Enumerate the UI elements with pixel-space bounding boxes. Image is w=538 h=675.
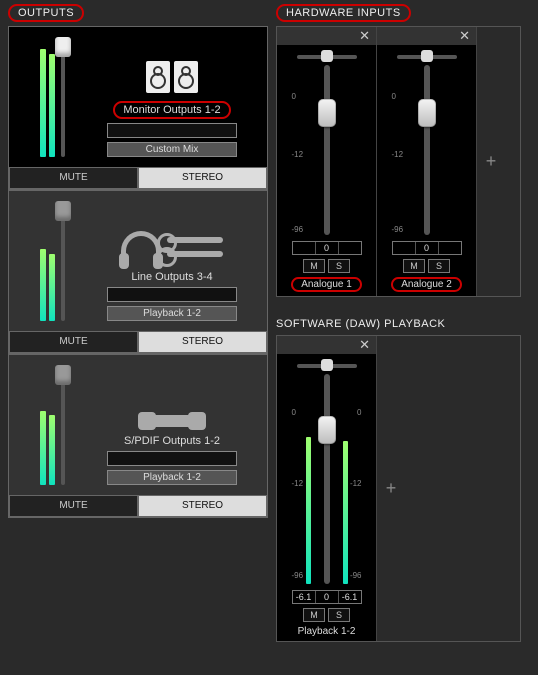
output-meter xyxy=(17,201,77,321)
spdif-icon xyxy=(142,415,202,427)
channel-fader[interactable] xyxy=(324,374,330,584)
output-label: S/PDIF Outputs 1-2 xyxy=(124,435,220,447)
output-mix-name[interactable]: Playback 1-2 xyxy=(107,470,237,485)
channel-fader[interactable] xyxy=(424,65,430,235)
mute-button[interactable]: M xyxy=(303,608,325,622)
output-label: Monitor Outputs 1-2 xyxy=(113,101,230,119)
input-strip: ✕ 0-12-96 0 MS Analogue 2 xyxy=(377,27,477,296)
pan-slider[interactable] xyxy=(297,55,357,59)
solo-button[interactable]: S xyxy=(328,259,350,273)
outputs-column: OUTPUTS Monitor Outputs 1-2 Custom Mix xyxy=(8,4,268,642)
output-group-spdif: S/PDIF Outputs 1-2 Playback 1-2 MUTE STE… xyxy=(8,354,268,518)
channel-fader[interactable] xyxy=(324,65,330,235)
hardware-inputs-title: HARDWARE INPUTS xyxy=(276,4,411,22)
output-fader[interactable] xyxy=(61,37,65,157)
headphone-line-icon xyxy=(121,231,223,263)
output-fader[interactable] xyxy=(61,365,65,485)
hardware-inputs-row: ✕ 0-12-96 0 MS Analogue 1 ✕ 0-12-96 0 xyxy=(276,26,521,297)
output-mix-select[interactable] xyxy=(107,451,237,466)
meter-right xyxy=(343,441,348,584)
software-playback-title: SOFTWARE (DAW) PLAYBACK xyxy=(276,317,445,331)
close-icon[interactable]: ✕ xyxy=(277,336,376,354)
pan-slider[interactable] xyxy=(297,364,357,368)
mute-button[interactable]: M xyxy=(403,259,425,273)
stereo-button[interactable]: STEREO xyxy=(138,495,267,517)
output-fader[interactable] xyxy=(61,201,65,321)
output-meter xyxy=(17,37,77,157)
meter-left xyxy=(306,437,311,584)
output-mix-name[interactable]: Custom Mix xyxy=(107,142,237,157)
output-label: Line Outputs 3-4 xyxy=(131,271,212,283)
output-mix-select[interactable] xyxy=(107,287,237,302)
solo-button[interactable]: S xyxy=(328,608,350,622)
output-mix-name[interactable]: Playback 1-2 xyxy=(107,306,237,321)
output-mix-select[interactable] xyxy=(107,123,237,138)
strip-label: Playback 1-2 xyxy=(298,626,356,637)
add-playback-button[interactable]: + xyxy=(377,336,405,641)
mute-button[interactable]: M xyxy=(303,259,325,273)
strip-label: Analogue 2 xyxy=(391,277,462,292)
output-group-line: Line Outputs 3-4 Playback 1-2 MUTE STERE… xyxy=(8,190,268,354)
add-input-button[interactable]: + xyxy=(477,27,505,296)
mute-button[interactable]: MUTE xyxy=(9,167,138,189)
close-icon[interactable]: ✕ xyxy=(277,27,376,45)
outputs-title: OUTPUTS xyxy=(8,4,84,22)
stereo-button[interactable]: STEREO xyxy=(138,331,267,353)
output-group-monitor: Monitor Outputs 1-2 Custom Mix MUTE STER… xyxy=(8,26,268,190)
mute-button[interactable]: MUTE xyxy=(9,331,138,353)
close-icon[interactable]: ✕ xyxy=(377,27,476,45)
strip-label: Analogue 1 xyxy=(291,277,362,292)
playback-strip: ✕ 0-12-96 0-12-96 -6.1 0 -6.1 MS xyxy=(277,336,377,641)
software-playback-row: ✕ 0-12-96 0-12-96 -6.1 0 -6.1 MS xyxy=(276,335,521,642)
value-readout: 0 xyxy=(292,241,362,255)
output-meter xyxy=(17,365,77,485)
value-readout: 0 xyxy=(392,241,462,255)
speakers-icon xyxy=(146,61,198,93)
solo-button[interactable]: S xyxy=(428,259,450,273)
input-strip: ✕ 0-12-96 0 MS Analogue 1 xyxy=(277,27,377,296)
mute-button[interactable]: MUTE xyxy=(9,495,138,517)
stereo-button[interactable]: STEREO xyxy=(138,167,267,189)
pan-slider[interactable] xyxy=(397,55,457,59)
value-readout: -6.1 0 -6.1 xyxy=(292,590,362,604)
